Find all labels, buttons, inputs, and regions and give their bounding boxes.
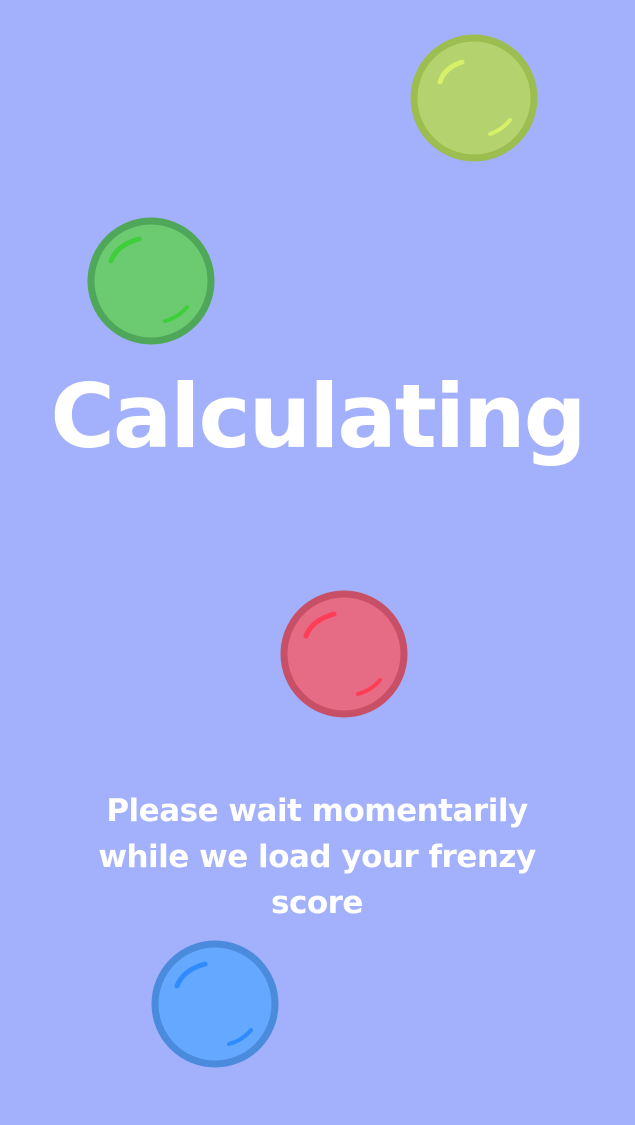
loading-message: Please wait momentarily while we load yo… xyxy=(98,793,536,921)
green-ball-icon xyxy=(87,217,215,345)
loading-screen: Calculating Please wait momentarily whil… xyxy=(0,0,635,1125)
lime-ball-icon xyxy=(410,34,538,162)
blue-ball-icon xyxy=(151,940,279,1068)
calculating-title: Calculating xyxy=(50,365,586,468)
red-ball-icon xyxy=(280,590,408,718)
